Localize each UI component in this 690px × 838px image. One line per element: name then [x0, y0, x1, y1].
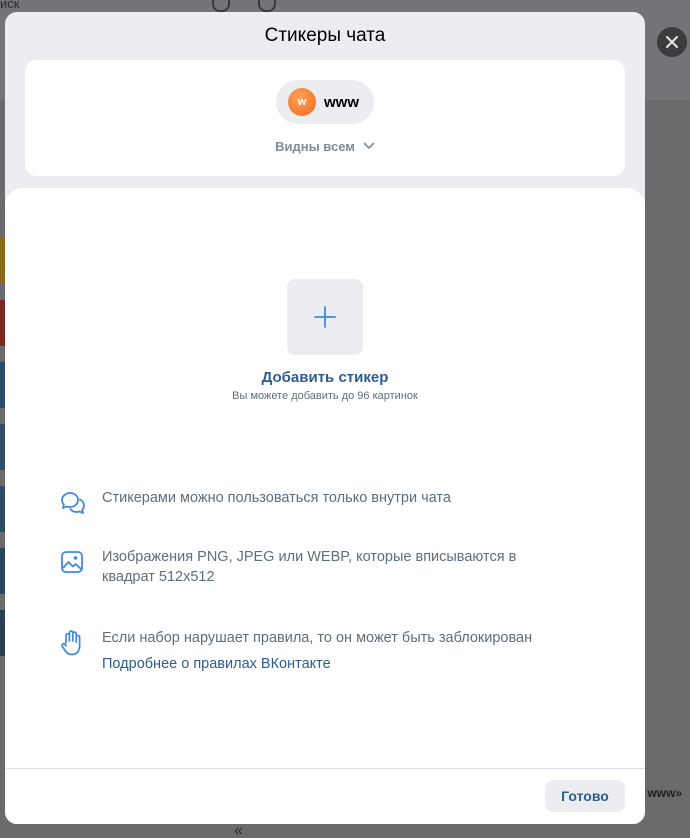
chat-bubbles-icon [57, 488, 87, 518]
rule-text: Если набор нарушает правила, то он может… [102, 628, 532, 674]
rule-item: Стикерами можно пользоваться только внут… [57, 488, 557, 518]
background-collapse-icon: « [234, 822, 243, 838]
rule-item: Если набор нарушает правила, то он может… [57, 628, 557, 674]
visibility-label: Видны всем [275, 138, 355, 154]
rule-item: Изображения PNG, JPEG или WEBP, которые … [57, 547, 557, 587]
vk-rules-link[interactable]: Подробнее о правилах ВКонтакте [102, 654, 532, 674]
visibility-dropdown[interactable]: Видны всем [25, 136, 625, 156]
chat-chip[interactable]: w www [276, 80, 374, 124]
plus-icon [314, 306, 336, 328]
chat-name: www [324, 93, 360, 111]
add-sticker-hint: Вы можете добавить до 96 картинок [232, 390, 418, 402]
chat-card: w www Видны всем [25, 60, 625, 176]
done-button[interactable]: Готово [545, 780, 625, 812]
background-message-text: www» [647, 786, 682, 800]
rule-text: Стикерами можно пользоваться только внут… [102, 490, 451, 506]
chat-stickers-modal: Стикеры чата w www Видны всем Добавить с… [5, 12, 645, 824]
add-sticker-link[interactable]: Добавить стикер [5, 369, 645, 386]
close-modal-button[interactable] [657, 27, 687, 57]
close-icon [666, 36, 678, 48]
chevron-down-icon [363, 142, 375, 149]
background-search-hint: иск [0, 0, 20, 11]
add-sticker-button[interactable] [287, 279, 363, 355]
modal-title: Стикеры чата [264, 25, 386, 46]
modal-footer: Готово [5, 768, 645, 824]
chat-avatar: w [288, 88, 316, 116]
stickers-content: Добавить стикер Вы можете добавить до 96… [5, 188, 645, 768]
rule-text-content: Если набор нарушает правила, то он может… [102, 630, 533, 646]
rule-text: Изображения PNG, JPEG или WEBP, которые … [102, 549, 517, 585]
hand-stop-icon [57, 628, 87, 658]
image-icon [57, 547, 87, 577]
